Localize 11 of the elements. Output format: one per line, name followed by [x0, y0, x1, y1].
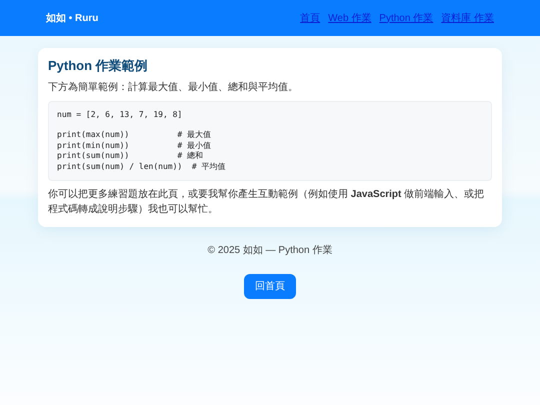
nav-link[interactable]: 首頁	[300, 10, 320, 26]
card-title: Python 作業範例	[48, 58, 149, 74]
nav-link[interactable]: Python 作業	[379, 10, 434, 26]
intro-text: 下方為簡單範例：計算最大值、最小值、總和與平均值。	[48, 80, 299, 95]
brand-name[interactable]: 如如 • Ruru	[46, 10, 98, 26]
footer-text: © 2025 如如 — Python 作業	[208, 244, 332, 258]
home-button[interactable]: 回首頁	[244, 274, 296, 299]
nav-link[interactable]: Web 作業	[328, 10, 372, 26]
note-text: 你可以把更多練習題放在此頁，或要我幫你產生互動範例（例如使用 JavaScript 做前端輸入、或把程式碼轉成說明步驟）我也可以幫忙。	[48, 188, 486, 217]
code-block: num = [2, 6, 13, 7, 19, 8] print(max(num)) # 最大值 print(min(num)) # 最小值 print(sum(num)) # 總和 print(sum(num) / len(num)) # 平均值	[48, 100, 492, 181]
nav-link[interactable]: 資料庫 作業	[441, 10, 494, 26]
